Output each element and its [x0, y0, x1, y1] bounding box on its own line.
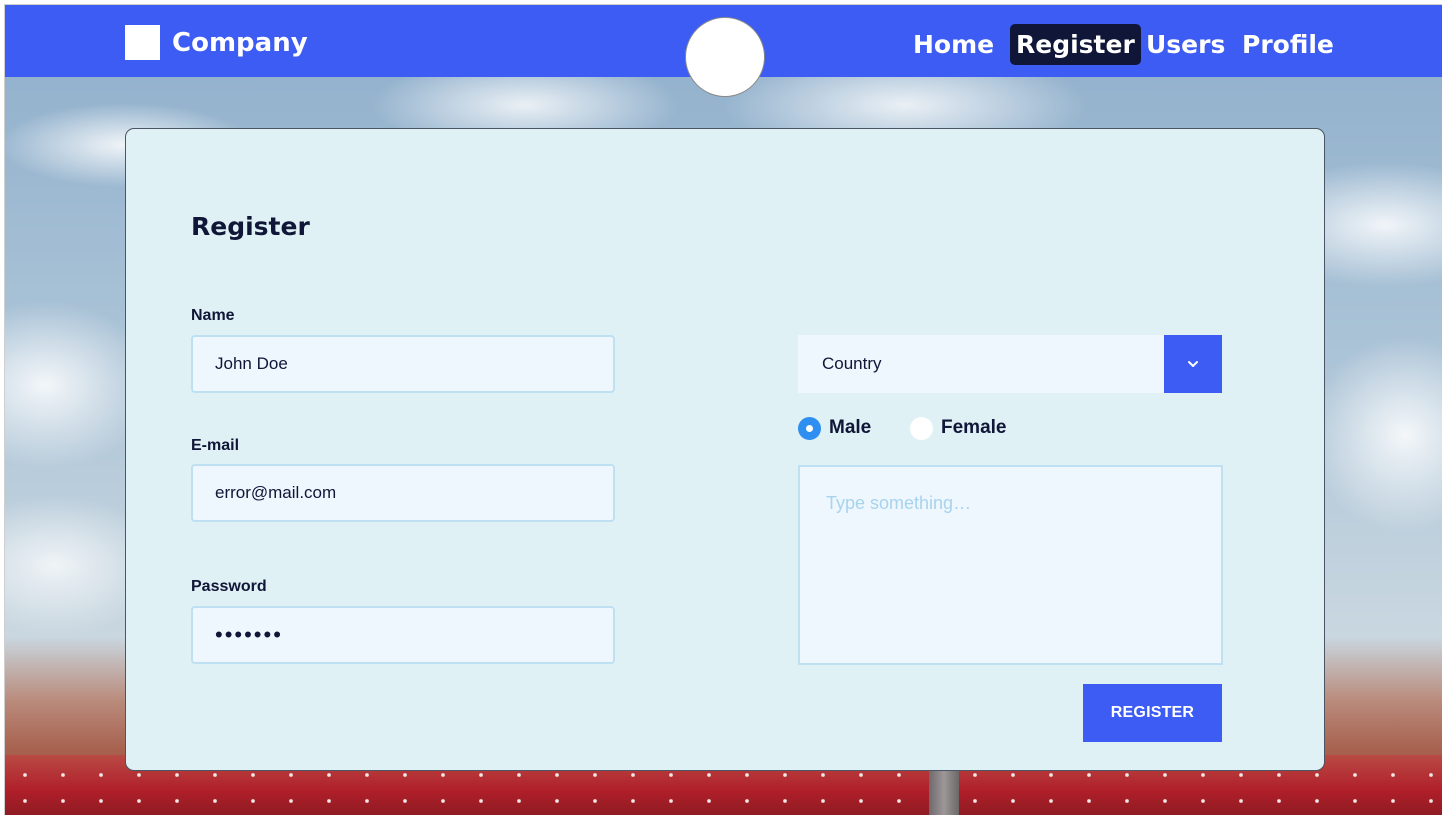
- radio-male[interactable]: Male: [798, 416, 871, 440]
- country-select[interactable]: Country: [798, 335, 1222, 393]
- background-post: [929, 769, 959, 815]
- radio-female-indicator[interactable]: [910, 416, 933, 440]
- nav-home[interactable]: Home: [907, 24, 1000, 65]
- nav-register[interactable]: Register: [1010, 24, 1141, 65]
- email-label: E-mail: [191, 437, 240, 454]
- radio-male-indicator[interactable]: [798, 416, 821, 440]
- radio-female[interactable]: Female: [910, 416, 1006, 440]
- register-card: Register Name E-mail Password Country Ma…: [125, 128, 1325, 771]
- page-title: Register: [191, 212, 310, 241]
- name-label: Name: [191, 307, 235, 324]
- country-select-value: Country: [822, 354, 882, 373]
- radio-female-label: Female: [941, 417, 1007, 438]
- register-button[interactable]: REGISTER: [1083, 684, 1222, 742]
- email-field[interactable]: [191, 464, 615, 522]
- avatar[interactable]: [685, 17, 765, 97]
- password-label: Password: [191, 578, 267, 595]
- nav-users[interactable]: Users: [1140, 24, 1231, 65]
- radio-male-label: Male: [829, 417, 872, 438]
- name-field[interactable]: [191, 335, 615, 393]
- app-frame: Company Home Register Users Profile Regi…: [4, 4, 1442, 815]
- country-dropdown-button[interactable]: [1164, 335, 1222, 393]
- chevron-down-icon: [1188, 361, 1198, 367]
- message-textarea[interactable]: [798, 465, 1223, 665]
- password-field[interactable]: [191, 606, 615, 664]
- nav-profile[interactable]: Profile: [1236, 24, 1340, 65]
